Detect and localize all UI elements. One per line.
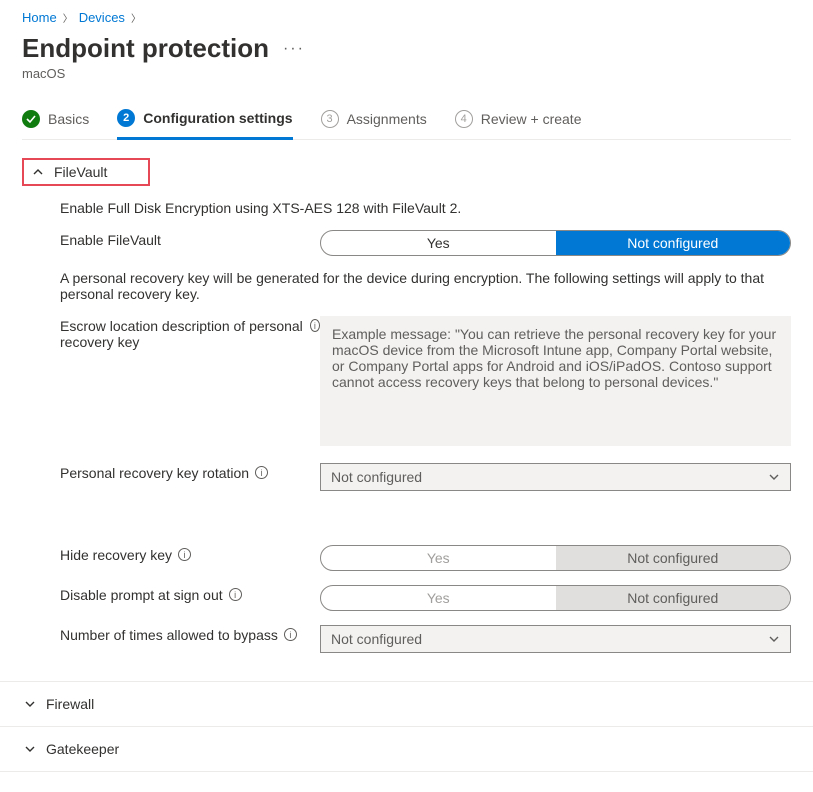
- section-header-gatekeeper[interactable]: Gatekeeper: [22, 727, 791, 771]
- chevron-down-icon: [24, 743, 36, 755]
- disable-prompt-label: Disable prompt at sign out i: [60, 585, 320, 603]
- option-not-configured[interactable]: Not configured: [556, 231, 791, 255]
- option-not-configured[interactable]: Not configured: [556, 546, 791, 570]
- option-not-configured[interactable]: Not configured: [556, 586, 791, 610]
- section-title: FileVault: [54, 164, 107, 180]
- option-yes[interactable]: Yes: [321, 231, 556, 255]
- check-icon: [22, 110, 40, 128]
- step-label: Assignments: [347, 111, 427, 127]
- hide-recovery-key-label: Hide recovery key i: [60, 545, 320, 563]
- info-icon[interactable]: i: [284, 628, 297, 641]
- step-basics[interactable]: Basics: [22, 109, 89, 139]
- enable-filevault-label: Enable FileVault: [60, 230, 320, 248]
- section-title: Firewall: [46, 696, 94, 712]
- step-label: Basics: [48, 111, 89, 127]
- breadcrumb: Home 〉 Devices 〉: [22, 10, 791, 25]
- chevron-down-icon: [24, 698, 36, 710]
- option-yes[interactable]: Yes: [321, 586, 556, 610]
- select-value: Not configured: [331, 631, 422, 647]
- hide-recovery-key-toggle[interactable]: Yes Not configured: [320, 545, 791, 571]
- filevault-intro: Enable Full Disk Encryption using XTS-AE…: [60, 200, 791, 216]
- disable-prompt-toggle[interactable]: Yes Not configured: [320, 585, 791, 611]
- escrow-location-textarea[interactable]: [320, 316, 791, 446]
- chevron-down-icon: [768, 471, 780, 483]
- page-subtitle: macOS: [22, 66, 791, 81]
- step-assignments[interactable]: 3 Assignments: [321, 109, 427, 139]
- section-title: Gatekeeper: [46, 741, 119, 757]
- bypass-select[interactable]: Not configured: [320, 625, 791, 653]
- step-label: Review + create: [481, 111, 582, 127]
- breadcrumb-home[interactable]: Home: [22, 10, 57, 25]
- more-actions-button[interactable]: ···: [283, 40, 305, 58]
- page-title: Endpoint protection: [22, 33, 269, 64]
- info-icon[interactable]: i: [229, 588, 242, 601]
- breadcrumb-devices[interactable]: Devices: [79, 10, 125, 25]
- rotation-select[interactable]: Not configured: [320, 463, 791, 491]
- step-number-icon: 2: [117, 109, 135, 127]
- step-label: Configuration settings: [143, 110, 292, 126]
- option-yes[interactable]: Yes: [321, 546, 556, 570]
- step-configuration-settings[interactable]: 2 Configuration settings: [117, 109, 292, 140]
- bypass-label: Number of times allowed to bypass i: [60, 625, 320, 643]
- step-number-icon: 4: [455, 110, 473, 128]
- chevron-down-icon: [768, 633, 780, 645]
- info-icon[interactable]: i: [178, 548, 191, 561]
- rotation-label: Personal recovery key rotation i: [60, 463, 320, 481]
- enable-filevault-toggle[interactable]: Yes Not configured: [320, 230, 791, 256]
- step-number-icon: 3: [321, 110, 339, 128]
- info-icon[interactable]: i: [255, 466, 268, 479]
- info-icon[interactable]: i: [310, 319, 320, 332]
- escrow-location-label: Escrow location description of personal …: [60, 316, 320, 350]
- chevron-right-icon: 〉: [131, 10, 141, 25]
- chevron-right-icon: 〉: [63, 10, 73, 25]
- chevron-up-icon: [32, 166, 44, 178]
- wizard-steps: Basics 2 Configuration settings 3 Assign…: [22, 109, 791, 140]
- recovery-key-description: A personal recovery key will be generate…: [60, 270, 791, 302]
- select-value: Not configured: [331, 469, 422, 485]
- step-review-create[interactable]: 4 Review + create: [455, 109, 582, 139]
- section-header-filevault[interactable]: FileVault: [22, 158, 150, 186]
- section-header-firewall[interactable]: Firewall: [22, 682, 791, 726]
